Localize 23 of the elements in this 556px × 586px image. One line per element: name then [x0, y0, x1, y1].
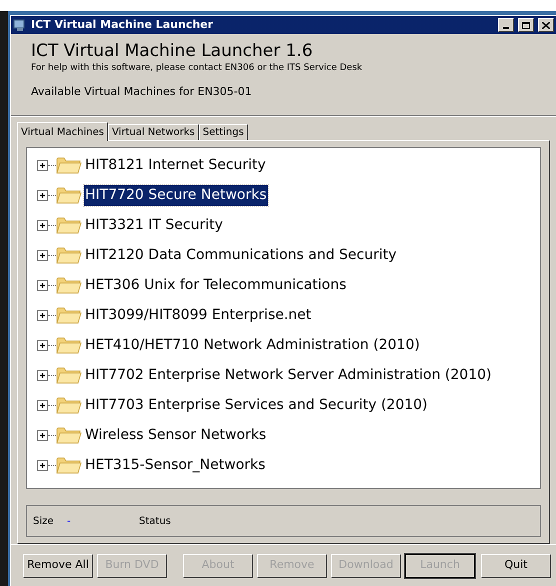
tree-item[interactable]: HET306 Unix for Telecommunications [84, 274, 348, 296]
app-title: ICT Virtual Machine Launcher 1.6 [31, 40, 314, 62]
tree-item[interactable]: Wireless Sensor Networks [84, 424, 268, 446]
help-text: For help with this software, please contact EN306 or the ITS Service Desk [31, 62, 364, 74]
size-value: - [67, 514, 72, 528]
tree-item[interactable]: HET315-Sensor_Networks [84, 454, 266, 476]
action-button[interactable]: Remove All [23, 554, 93, 578]
tree-item[interactable]: HIT3321 IT Security [84, 214, 224, 236]
tab[interactable]: Settings [198, 124, 248, 140]
tree-item[interactable]: HIT8121 Internet Security [84, 154, 267, 176]
action-button[interactable]: Quit [481, 554, 551, 578]
tree-item[interactable]: HET410/HET710 Network Administration (2010) [84, 334, 421, 356]
size-label: Size [33, 514, 55, 528]
status-label: Status [139, 514, 171, 528]
tree-item[interactable]: HIT7703 Enterprise Services and Security (2010) [84, 394, 429, 416]
machines-heading: Available Virtual Machines for EN305-01 [31, 84, 253, 100]
tab[interactable]: Virtual Machines [17, 122, 108, 141]
window-title: ICT Virtual Machine Launcher [31, 16, 214, 33]
tree-item[interactable]: HIT2120 Data Communications and Security [84, 244, 398, 266]
tab[interactable]: Virtual Networks [108, 124, 199, 140]
tree-item[interactable]: HIT7720 Secure Networks [84, 184, 268, 206]
tree-item[interactable]: HIT3099/HIT8099 Enterprise.net [84, 304, 312, 326]
tree-item[interactable]: HIT7702 Enterprise Network Server Administration (2010) [84, 364, 492, 386]
